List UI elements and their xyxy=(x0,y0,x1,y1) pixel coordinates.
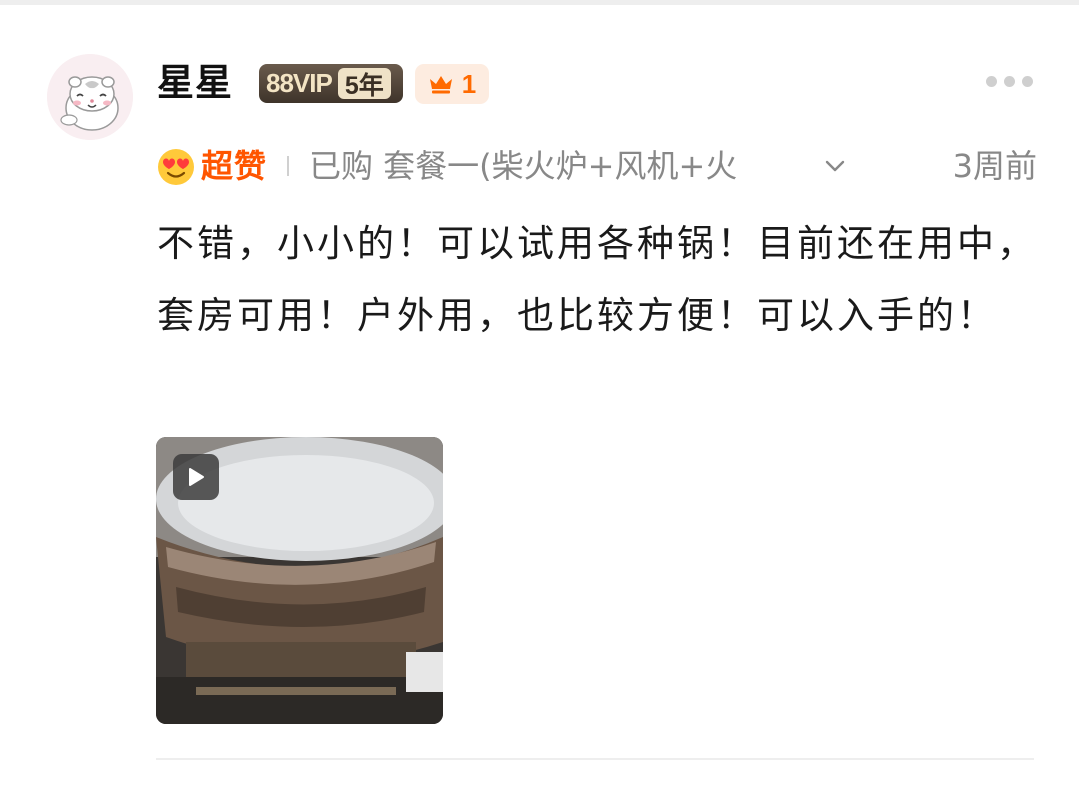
review-time: 3周前 xyxy=(952,147,1037,185)
username[interactable]: 星星 xyxy=(157,60,233,106)
purchase-info[interactable]: 已购 套餐一(柴火炉+风机+火 xyxy=(309,146,737,186)
play-icon[interactable] xyxy=(173,454,219,500)
video-thumbnail[interactable] xyxy=(156,437,443,724)
crown-icon xyxy=(429,76,452,94)
meta-separator xyxy=(287,156,289,176)
vip-label: 88VIP xyxy=(266,68,333,98)
more-dots-icon[interactable] xyxy=(986,76,1038,88)
vip-years-label: 5年 xyxy=(337,68,391,100)
top-divider xyxy=(0,0,1079,5)
vip-badge: 88VIP 5年 xyxy=(259,64,403,103)
chevron-down-icon[interactable] xyxy=(823,156,847,176)
level-badge: 1 xyxy=(415,64,489,104)
review-text: 不错，小小的！可以试用各种锅！目前还在用中，套房可用！户外用，也比较方便！可以入… xyxy=(157,222,1037,337)
heart-eyes-emoji-icon xyxy=(158,149,194,185)
level-count: 1 xyxy=(461,68,477,99)
play-triangle-icon xyxy=(189,468,204,486)
hamster-avatar-icon xyxy=(47,54,133,140)
avatar[interactable] xyxy=(47,54,133,140)
rating-label: 超赞 xyxy=(201,147,268,185)
bottom-divider xyxy=(156,758,1034,760)
review-meta-row: 超赞 已购 套餐一(柴火炉+风机+火 3周前 xyxy=(157,146,1037,186)
